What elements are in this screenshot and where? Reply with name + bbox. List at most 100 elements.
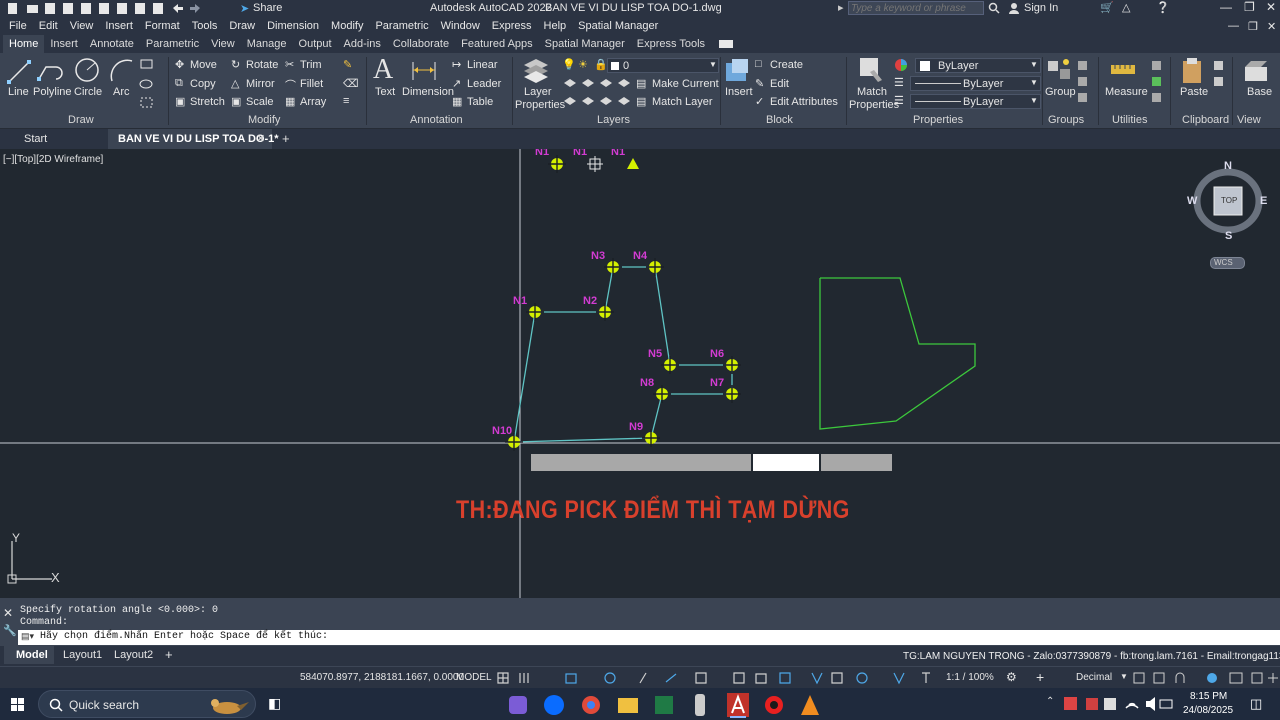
settings-gear-icon[interactable]: ⚙ — [1006, 670, 1017, 684]
taskbar-pinned-apps[interactable] — [505, 692, 825, 718]
make-current-button[interactable]: Make Current — [652, 78, 719, 90]
pencil-icon[interactable]: ✎ — [343, 58, 352, 71]
view-panel-title[interactable]: View — [1237, 114, 1261, 126]
tab-collaborate[interactable]: Collaborate — [387, 35, 455, 53]
dimension-icon[interactable] — [410, 58, 438, 84]
layer-properties-icon[interactable] — [522, 57, 550, 85]
color-dropdown[interactable]: ByLayer ▼ — [915, 58, 1041, 73]
tab-model[interactable]: Model — [16, 649, 48, 661]
clipboard-panel-title[interactable]: Clipboard — [1182, 114, 1229, 126]
copy-button[interactable]: Copy — [190, 78, 216, 90]
group-tools-icons[interactable] — [1076, 59, 1090, 107]
erase-icon[interactable]: ⌫ — [343, 77, 359, 90]
stretch-button[interactable]: Stretch — [190, 96, 225, 108]
dimension-button[interactable]: Dimension — [402, 86, 454, 98]
tab-manage[interactable]: Manage — [241, 35, 293, 53]
notification-icon[interactable]: ◫ — [1250, 696, 1262, 712]
create-button[interactable]: Create — [770, 59, 803, 71]
paste-icon[interactable] — [1180, 57, 1204, 85]
insert-button[interactable]: Insert — [725, 86, 753, 98]
doc-restore-icon[interactable]: ❐ — [1248, 20, 1258, 33]
viewcube-south[interactable]: S — [1225, 230, 1232, 242]
minimize-icon[interactable]: — — [1220, 0, 1232, 14]
leader-button[interactable]: Leader — [467, 78, 501, 90]
fillet-button[interactable]: Fillet — [300, 78, 323, 90]
command-input[interactable]: ▤▾ Hãy chọn điểm.Nhấn Enter hoặc Space đ… — [18, 630, 1280, 645]
lineweight-dropdown[interactable]: ByLayer ▼ — [910, 94, 1041, 109]
offset-icon[interactable]: ≡ — [343, 95, 349, 107]
match-properties-label-2[interactable]: Properties — [849, 99, 899, 111]
utilities-panel-title[interactable]: Utilities — [1112, 114, 1147, 126]
edit-button[interactable]: Edit — [770, 78, 789, 90]
wcs-menu[interactable]: WCS — [1210, 257, 1245, 269]
quick-access-toolbar[interactable] — [5, 2, 210, 15]
circle-icon[interactable] — [73, 56, 101, 84]
tab-output[interactable]: Output — [293, 35, 338, 53]
menu-view[interactable]: View — [70, 20, 94, 32]
layer-properties-label-2[interactable]: Properties — [515, 99, 565, 111]
sign-in-button[interactable]: Sign In — [1024, 2, 1058, 14]
workspace-toggle-icon[interactable] — [719, 40, 734, 48]
annotation-panel-title[interactable]: Annotation — [410, 114, 463, 126]
user-icon[interactable] — [1008, 2, 1020, 14]
tab-insert[interactable]: Insert — [44, 35, 84, 53]
annotation-scale[interactable]: 1:1 / 100% — [946, 672, 994, 683]
trim-button[interactable]: Trim — [300, 59, 322, 71]
search-input[interactable] — [849, 2, 979, 15]
new-tab-icon[interactable]: + — [282, 131, 290, 146]
measure-icon[interactable] — [1110, 61, 1136, 79]
add-layout-icon[interactable]: + — [165, 647, 173, 662]
menu-parametric[interactable]: Parametric — [375, 20, 428, 32]
clipboard-tools-icons[interactable] — [1212, 59, 1226, 107]
taskbar-date[interactable]: 24/08/2025 — [1183, 705, 1233, 716]
viewcube-north[interactable]: N — [1224, 160, 1232, 172]
drawing-viewport[interactable]: [−][Top][2D Wireframe] N1 N2 N3 N4 N5 N6 N7 N8 N… — [0, 149, 1280, 598]
text-icon[interactable]: A — [373, 54, 393, 86]
sun-icon[interactable]: ☀ — [578, 58, 588, 71]
restore-icon[interactable]: ❐ — [1244, 0, 1255, 14]
tab-annotate[interactable]: Annotate — [84, 35, 140, 53]
menu-window[interactable]: Window — [441, 20, 480, 32]
status-tray-icons[interactable] — [1132, 670, 1280, 686]
edit-attributes-button[interactable]: Edit Attributes — [770, 96, 838, 108]
scale-button[interactable]: Scale — [246, 96, 274, 108]
tab-spatial-manager[interactable]: Spatial Manager — [539, 35, 631, 53]
menu-insert[interactable]: Insert — [105, 20, 133, 32]
windows-start-icon[interactable] — [11, 698, 25, 712]
group-icon[interactable] — [1046, 57, 1074, 85]
mirror-button[interactable]: Mirror — [246, 78, 275, 90]
tab-add-ins[interactable]: Add-ins — [338, 35, 387, 53]
tray-app-icon[interactable] — [1064, 697, 1077, 710]
measure-button[interactable]: Measure — [1105, 86, 1148, 98]
polyline-icon[interactable] — [36, 57, 64, 85]
share-icon[interactable]: ➤ — [240, 2, 249, 15]
arc-button[interactable]: Arc — [113, 86, 130, 98]
lock-icon[interactable]: 🔒 — [594, 58, 608, 71]
chevron-right-icon[interactable]: ▸ — [838, 1, 844, 14]
match-properties-label-1[interactable]: Match — [857, 86, 887, 98]
draw-panel-title[interactable]: Draw — [68, 114, 94, 126]
utilities-tools-icons[interactable] — [1150, 59, 1164, 107]
modify-panel-title[interactable]: Modify — [248, 114, 280, 126]
menu-dimension[interactable]: Dimension — [267, 20, 319, 32]
doc-close-icon[interactable]: ✕ — [1267, 20, 1276, 33]
close-command-icon[interactable]: ✕ — [3, 606, 13, 620]
tray-chevron-icon[interactable]: ⌃ — [1046, 696, 1054, 707]
draw-more-icons[interactable] — [138, 58, 162, 114]
tab-parametric[interactable]: Parametric — [140, 35, 205, 53]
viewcube-east[interactable]: E — [1260, 195, 1267, 207]
start-tab[interactable]: Start — [24, 133, 47, 145]
insert-block-icon[interactable] — [724, 57, 750, 85]
task-view-icon[interactable]: ◧ — [268, 695, 281, 712]
exchange-icon[interactable]: △ — [1122, 1, 1130, 14]
share-button[interactable]: Share — [253, 2, 282, 14]
linetype-dropdown[interactable]: ByLayer ▼ — [910, 76, 1041, 91]
color-wheel-icon[interactable] — [894, 58, 908, 72]
viewcube-top[interactable]: TOP — [1221, 196, 1237, 205]
chevron-down-icon[interactable]: ▼ — [1120, 672, 1128, 681]
paste-button[interactable]: Paste — [1180, 86, 1208, 98]
groups-panel-title[interactable]: Groups — [1048, 114, 1084, 126]
menu-spatial-manager[interactable]: Spatial Manager — [578, 20, 658, 32]
cart-icon[interactable]: 🛒 — [1100, 1, 1114, 14]
menu-draw[interactable]: Draw — [229, 20, 255, 32]
